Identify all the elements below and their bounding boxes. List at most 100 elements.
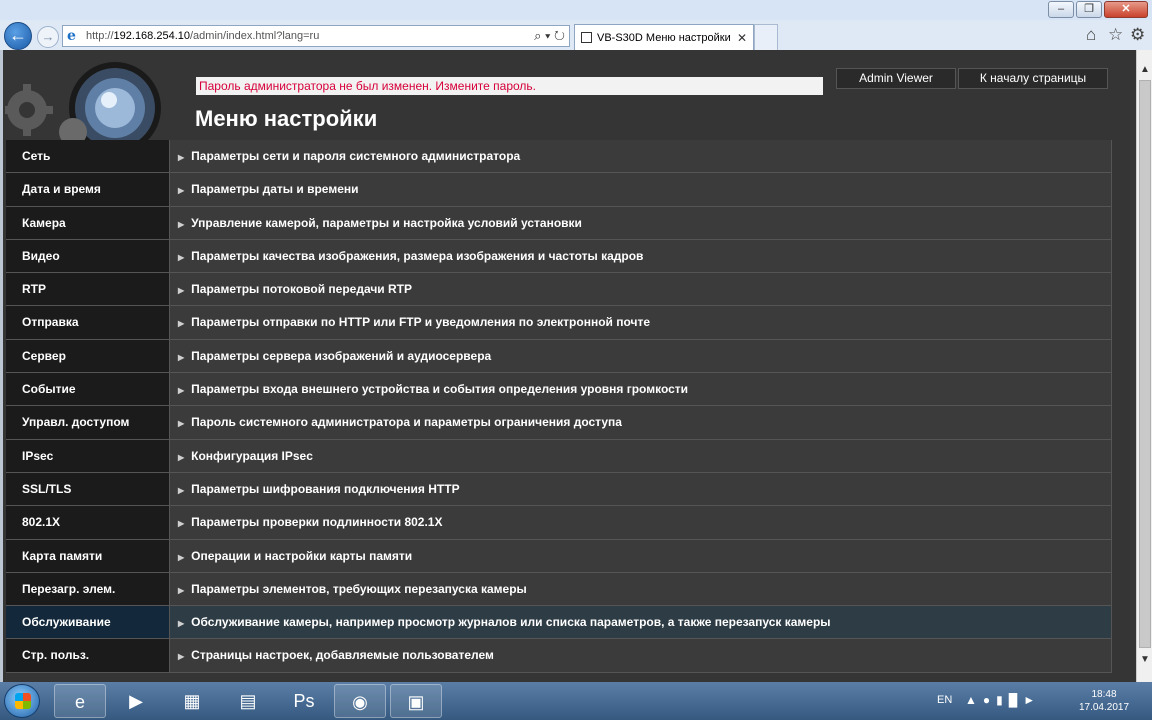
- menu-item-desc[interactable]: ▶ Параметры качества изображения, размера…: [170, 239, 1112, 273]
- menu-item-desc[interactable]: ▶ Обслуживание камеры, например просмотр …: [170, 606, 1112, 639]
- taskbar-app-icon[interactable]: ▣: [390, 684, 442, 718]
- menu-item-desc[interactable]: ▶ Управление камерой, параметры и настрой…: [170, 206, 1112, 239]
- windows-taskbar: e ▶ ▦ ▤ Ps ◉ ▣ EN ▲●▮█► 18:48 17.04.2017: [0, 682, 1152, 720]
- menu-item-desc[interactable]: ▶ Параметры отправки по HTTP или FTP и ув…: [170, 306, 1112, 339]
- admin-viewer-button[interactable]: Admin Viewer: [836, 68, 956, 89]
- menu-item-name[interactable]: 802.1X: [6, 506, 170, 539]
- menu-item-desc-text: Обслуживание камеры, например просмотр ж…: [191, 615, 831, 630]
- new-tab-button[interactable]: [754, 24, 778, 50]
- menu-row[interactable]: SSL/TLS ▶ Параметры шифрования подключения…: [6, 472, 1112, 507]
- back-button[interactable]: ←: [4, 22, 32, 50]
- play-arrow-icon: ▶: [178, 286, 185, 296]
- settings-menu: Сеть ▶ Параметры сети и пароля системного …: [6, 140, 1112, 673]
- play-arrow-icon: ▶: [178, 585, 185, 595]
- window-titlebar: – ❐ ✕: [0, 0, 1152, 20]
- menu-row[interactable]: Событие ▶ Параметры входа внешнего устройс…: [6, 373, 1112, 407]
- menu-row[interactable]: 802.1X ▶ Параметры проверки подлинности 80…: [6, 506, 1112, 540]
- menu-item-desc-text: Параметры сети и пароля системного админ…: [191, 149, 521, 163]
- menu-item-name[interactable]: SSL/TLS: [6, 472, 170, 506]
- menu-item-desc[interactable]: ▶ Параметры потоковой передачи RTP: [170, 273, 1112, 306]
- tab-close-icon[interactable]: ✕: [737, 31, 747, 45]
- clock[interactable]: 18:48 17.04.2017: [1074, 688, 1134, 714]
- home-icon[interactable]: ⌂: [1086, 25, 1096, 45]
- menu-row[interactable]: Карта памяти ▶ Операции и настройки карты …: [6, 539, 1112, 573]
- play-arrow-icon: ▶: [178, 219, 185, 229]
- menu-item-name[interactable]: Управл. доступом: [6, 406, 170, 439]
- menu-item-desc-text: Параметры проверки подлинности 802.1X: [191, 515, 443, 530]
- language-indicator[interactable]: EN: [937, 694, 952, 706]
- menu-item-desc[interactable]: ▶ Операции и настройки карты памяти: [170, 539, 1112, 572]
- menu-row[interactable]: Видео ▶ Параметры качества изображения, ра…: [6, 239, 1112, 274]
- menu-item-name[interactable]: Дата и время: [6, 173, 170, 206]
- tab-active[interactable]: VB-S30D Меню настройки ✕: [574, 24, 754, 50]
- settings-gear-icon[interactable]: ⚙: [1130, 25, 1145, 45]
- menu-row[interactable]: Перезагр. элем. ▶ Параметры элементов, тре…: [6, 572, 1112, 607]
- menu-item-name[interactable]: Сервер: [6, 339, 170, 373]
- menu-item-name[interactable]: Стр. польз.: [6, 639, 170, 672]
- menu-item-name[interactable]: Перезагр. элем.: [6, 572, 170, 606]
- menu-row[interactable]: Стр. польз. ▶ Страницы настроек, добавляем…: [6, 639, 1112, 673]
- play-arrow-icon: ▶: [178, 252, 185, 262]
- minimize-button[interactable]: –: [1048, 1, 1074, 18]
- menu-row[interactable]: Отправка ▶ Параметры отправки по HTTP или …: [6, 306, 1112, 340]
- play-arrow-icon: ▶: [178, 352, 185, 362]
- menu-item-desc[interactable]: ▶ Параметры сети и пароля системного адми…: [170, 140, 1112, 173]
- page-title: Меню настройки: [195, 106, 378, 131]
- menu-item-name[interactable]: Камера: [6, 206, 170, 239]
- scroll-thumb[interactable]: [1139, 80, 1151, 648]
- scroll-up-arrow-icon[interactable]: ▲: [1139, 64, 1151, 78]
- menu-item-desc[interactable]: ▶ Параметры сервера изображений и аудиосе…: [170, 339, 1112, 373]
- menu-item-name[interactable]: Сеть: [6, 140, 170, 173]
- menu-row[interactable]: Обслуживание ▶ Обслуживание камеры, наприм…: [6, 606, 1112, 640]
- menu-item-desc[interactable]: ▶ Параметры шифрования подключения HTTP: [170, 472, 1112, 506]
- menu-item-name[interactable]: Обслуживание: [6, 606, 170, 639]
- menu-item-desc[interactable]: ▶ Страницы настроек, добавляемые пользова…: [170, 639, 1112, 672]
- menu-item-desc[interactable]: ▶ Параметры входа внешнего устройства и с…: [170, 373, 1112, 406]
- menu-row[interactable]: Сервер ▶ Параметры сервера изображений и а…: [6, 339, 1112, 374]
- camera-logo-graphic: [5, 62, 161, 140]
- menu-item-desc[interactable]: ▶ Параметры элементов, требующих перезапу…: [170, 572, 1112, 606]
- menu-row[interactable]: RTP ▶ Параметры потоковой передачи RTP: [6, 273, 1112, 307]
- home-page-button[interactable]: К началу страницы: [958, 68, 1108, 89]
- forward-button[interactable]: →: [37, 26, 59, 48]
- menu-item-desc[interactable]: ▶ Параметры проверки подлинности 802.1X: [170, 506, 1112, 539]
- taskbar-photoshop-icon[interactable]: Ps: [278, 684, 330, 718]
- menu-item-name[interactable]: Видео: [6, 239, 170, 273]
- play-arrow-icon: ▶: [178, 485, 185, 495]
- start-button[interactable]: [4, 684, 40, 718]
- menu-row[interactable]: IPsec ▶ Конфигурация IPsec: [6, 439, 1112, 473]
- vertical-scrollbar[interactable]: ▲ ▼: [1136, 50, 1152, 682]
- menu-item-name[interactable]: Отправка: [6, 306, 170, 339]
- menu-item-name[interactable]: RTP: [6, 273, 170, 306]
- close-window-button[interactable]: ✕: [1104, 1, 1148, 18]
- menu-row[interactable]: Дата и время ▶ Параметры даты и времени: [6, 173, 1112, 207]
- play-arrow-icon: ▶: [178, 319, 185, 329]
- menu-item-name[interactable]: Событие: [6, 373, 170, 406]
- maximize-button[interactable]: ❐: [1076, 1, 1102, 18]
- menu-item-desc[interactable]: ▶ Параметры даты и времени: [170, 173, 1112, 206]
- menu-row[interactable]: Сеть ▶ Параметры сети и пароля системного …: [6, 140, 1112, 174]
- menu-item-name[interactable]: Карта памяти: [6, 539, 170, 572]
- taskbar-chrome-icon[interactable]: ◉: [334, 684, 386, 718]
- taskbar-control-panel-icon[interactable]: ▦: [166, 684, 218, 718]
- clock-time: 18:48: [1091, 689, 1117, 700]
- search-refresh-icons[interactable]: ⌕ ▾ ↻: [534, 28, 565, 44]
- play-arrow-icon: ▶: [178, 652, 185, 662]
- address-bar[interactable]: e http://192.168.254.10/admin/index.html…: [62, 25, 570, 47]
- taskbar-media-player-icon[interactable]: ▶: [110, 684, 162, 718]
- scroll-down-arrow-icon[interactable]: ▼: [1139, 654, 1151, 668]
- tab-title: VB-S30D Меню настройки: [597, 32, 731, 44]
- menu-item-name[interactable]: IPsec: [6, 439, 170, 472]
- menu-row[interactable]: Камера ▶ Управление камерой, параметры и н…: [6, 206, 1112, 240]
- menu-item-desc[interactable]: ▶ Пароль системного администратора и пара…: [170, 406, 1112, 439]
- taskbar-explorer-folder-icon[interactable]: ▤: [222, 684, 274, 718]
- play-arrow-icon: ▶: [178, 519, 185, 529]
- menu-item-desc-text: Параметры даты и времени: [191, 182, 359, 197]
- menu-item-desc-text: Параметры качества изображения, размера …: [191, 248, 644, 263]
- tray-icons[interactable]: ▲●▮█►: [965, 693, 1041, 707]
- favorites-star-icon[interactable]: ☆: [1108, 25, 1123, 45]
- menu-row[interactable]: Управл. доступом ▶ Пароль системного админ…: [6, 406, 1112, 440]
- menu-item-desc[interactable]: ▶ Конфигурация IPsec: [170, 439, 1112, 472]
- menu-item-desc-text: Параметры потоковой передачи RTP: [191, 282, 413, 297]
- taskbar-ie-icon[interactable]: e: [54, 684, 106, 718]
